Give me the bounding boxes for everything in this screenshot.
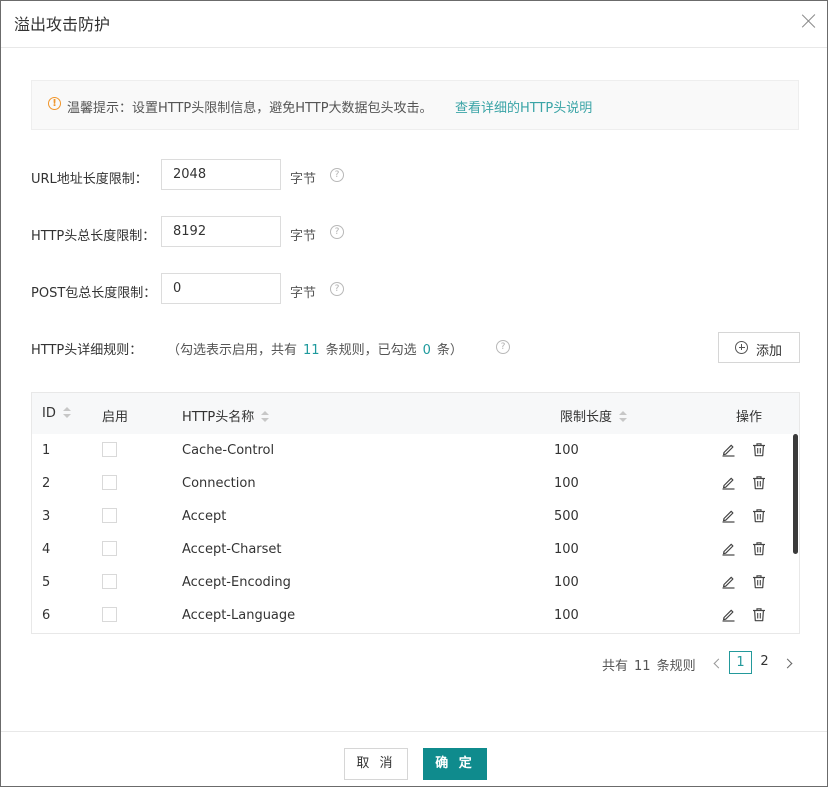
url-limit-label: URL地址长度限制： [31, 172, 148, 187]
post-limit-input[interactable] [161, 273, 281, 304]
row-id: 2 [42, 476, 51, 491]
dialog-footer: 取 消 确 定 [1, 731, 827, 786]
post-limit-unit: 字节 [290, 286, 317, 301]
row-enable-checkbox[interactable] [102, 607, 117, 622]
header-limit-label: HTTP头总长度限制： [31, 229, 156, 244]
edit-icon[interactable] [721, 607, 736, 622]
row-header-name: Accept-Encoding [182, 575, 291, 590]
row-header-name: Accept [182, 509, 227, 524]
row-header-name: Accept-Language [182, 608, 296, 623]
column-id[interactable]: ID [42, 406, 71, 421]
trash-icon[interactable] [752, 475, 766, 490]
row-id: 3 [42, 509, 51, 524]
rules-checked-count: 0 [422, 343, 431, 358]
row-id: 6 [42, 608, 51, 623]
header-limit-help-icon[interactable]: ? [330, 225, 344, 239]
column-name[interactable]: HTTP头名称 [182, 406, 270, 425]
pagination-total-prefix: 共有 [602, 659, 629, 674]
edit-icon[interactable] [721, 442, 736, 457]
overflow-protection-dialog: 溢出攻击防护 ! 温馨提示：设置HTTP头限制信息，避免HTTP大数据包头攻击。… [0, 0, 828, 787]
http-header-help-link[interactable]: 查看详细的HTTP头说明 [455, 97, 592, 116]
row-limit: 100 [554, 476, 579, 491]
add-rule-button[interactable]: 添加 [718, 332, 800, 363]
trash-icon[interactable] [752, 574, 766, 589]
rules-help-icon[interactable]: ? [496, 340, 510, 354]
row-header-name: Accept-Charset [182, 542, 282, 557]
row-id: 1 [42, 443, 51, 458]
tip-text: 温馨提示：设置HTTP头限制信息，避免HTTP大数据包头攻击。 [67, 101, 433, 116]
page-button-2[interactable]: 2 [753, 651, 776, 674]
trash-icon[interactable] [752, 607, 766, 622]
row-enable-checkbox[interactable] [102, 475, 117, 490]
table-row: 3 Accept 500 [32, 500, 792, 533]
rules-label: HTTP头详细规则： [31, 343, 143, 358]
table-row: 4 Accept-Charset 100 [32, 533, 792, 566]
edit-icon[interactable] [721, 574, 736, 589]
column-enabled: 启用 [102, 410, 129, 425]
dialog-title: 溢出攻击防护 [14, 15, 111, 34]
row-enable-checkbox[interactable] [102, 574, 117, 589]
post-limit-help-icon[interactable]: ? [330, 282, 344, 296]
url-limit-input[interactable] [161, 159, 281, 190]
table-scrollbar[interactable] [793, 434, 798, 633]
url-limit-help-icon[interactable]: ? [330, 168, 344, 182]
page-button-1[interactable]: 1 [729, 651, 752, 674]
pagination-total: 共有 11 条规则 [602, 655, 696, 674]
column-name-label: HTTP头名称 [182, 410, 255, 425]
row-enable-checkbox[interactable] [102, 541, 117, 556]
warning-icon: ! [48, 97, 61, 110]
edit-icon[interactable] [721, 475, 736, 490]
pagination-total-suffix: 条规则 [656, 659, 696, 674]
edit-icon[interactable] [721, 508, 736, 523]
trash-icon[interactable] [752, 541, 766, 556]
rules-total-count: 11 [303, 343, 320, 358]
pagination-total-count: 11 [634, 659, 651, 674]
row-header-name: Cache-Control [182, 443, 275, 458]
confirm-button[interactable]: 确 定 [423, 748, 487, 780]
row-limit: 100 [554, 443, 579, 458]
cancel-button[interactable]: 取 消 [344, 748, 408, 780]
row-limit: 100 [554, 542, 579, 557]
rules-note-mid: 条规则，已勾选 [325, 343, 417, 358]
row-header-name: Connection [182, 476, 256, 491]
add-rule-label: 添加 [756, 344, 783, 359]
rules-note-prefix: （勾选表示启用，共有 [167, 343, 298, 358]
row-enable-checkbox[interactable] [102, 508, 117, 523]
chevron-left-icon[interactable] [712, 657, 722, 669]
column-id-label: ID [42, 406, 56, 421]
trash-icon[interactable] [752, 442, 766, 457]
row-enable-checkbox[interactable] [102, 442, 117, 457]
table-row: 5 Accept-Encoding 100 [32, 566, 792, 599]
table-row: 6 Accept-Language 100 [32, 599, 792, 632]
tip-banner: ! 温馨提示：设置HTTP头限制信息，避免HTTP大数据包头攻击。 查看详细的H… [31, 80, 799, 130]
dialog-header: 溢出攻击防护 [1, 1, 827, 48]
close-icon[interactable] [801, 13, 817, 29]
row-id: 5 [42, 575, 51, 590]
post-limit-label: POST包总长度限制： [31, 286, 157, 301]
rules-table: ID 启用 HTTP头名称 限制长度 操作 1 Cache-Control 100 2… [31, 392, 800, 634]
column-limit[interactable]: 限制长度 [560, 406, 628, 425]
row-limit: 100 [554, 575, 579, 590]
header-limit-unit: 字节 [290, 229, 317, 244]
edit-icon[interactable] [721, 541, 736, 556]
trash-icon[interactable] [752, 508, 766, 523]
plus-circle-icon [735, 341, 748, 354]
table-header: ID 启用 HTTP头名称 限制长度 操作 [32, 393, 799, 434]
row-limit: 500 [554, 509, 579, 524]
row-limit: 100 [554, 608, 579, 623]
sort-icon[interactable] [619, 410, 628, 423]
column-limit-label: 限制长度 [560, 410, 613, 425]
column-actions: 操作 [736, 410, 763, 425]
url-limit-unit: 字节 [290, 172, 317, 187]
header-limit-input[interactable] [161, 216, 281, 247]
chevron-right-icon[interactable] [784, 657, 794, 669]
row-id: 4 [42, 542, 51, 557]
scrollbar-thumb[interactable] [793, 434, 798, 554]
sort-icon[interactable] [62, 406, 71, 419]
sort-icon[interactable] [261, 410, 270, 423]
rules-note: （勾选表示启用，共有 11 条规则，已勾选 0 条） [167, 339, 463, 358]
table-row: 1 Cache-Control 100 [32, 434, 792, 467]
table-row: 2 Connection 100 [32, 467, 792, 500]
rules-note-suffix: 条） [436, 343, 463, 358]
